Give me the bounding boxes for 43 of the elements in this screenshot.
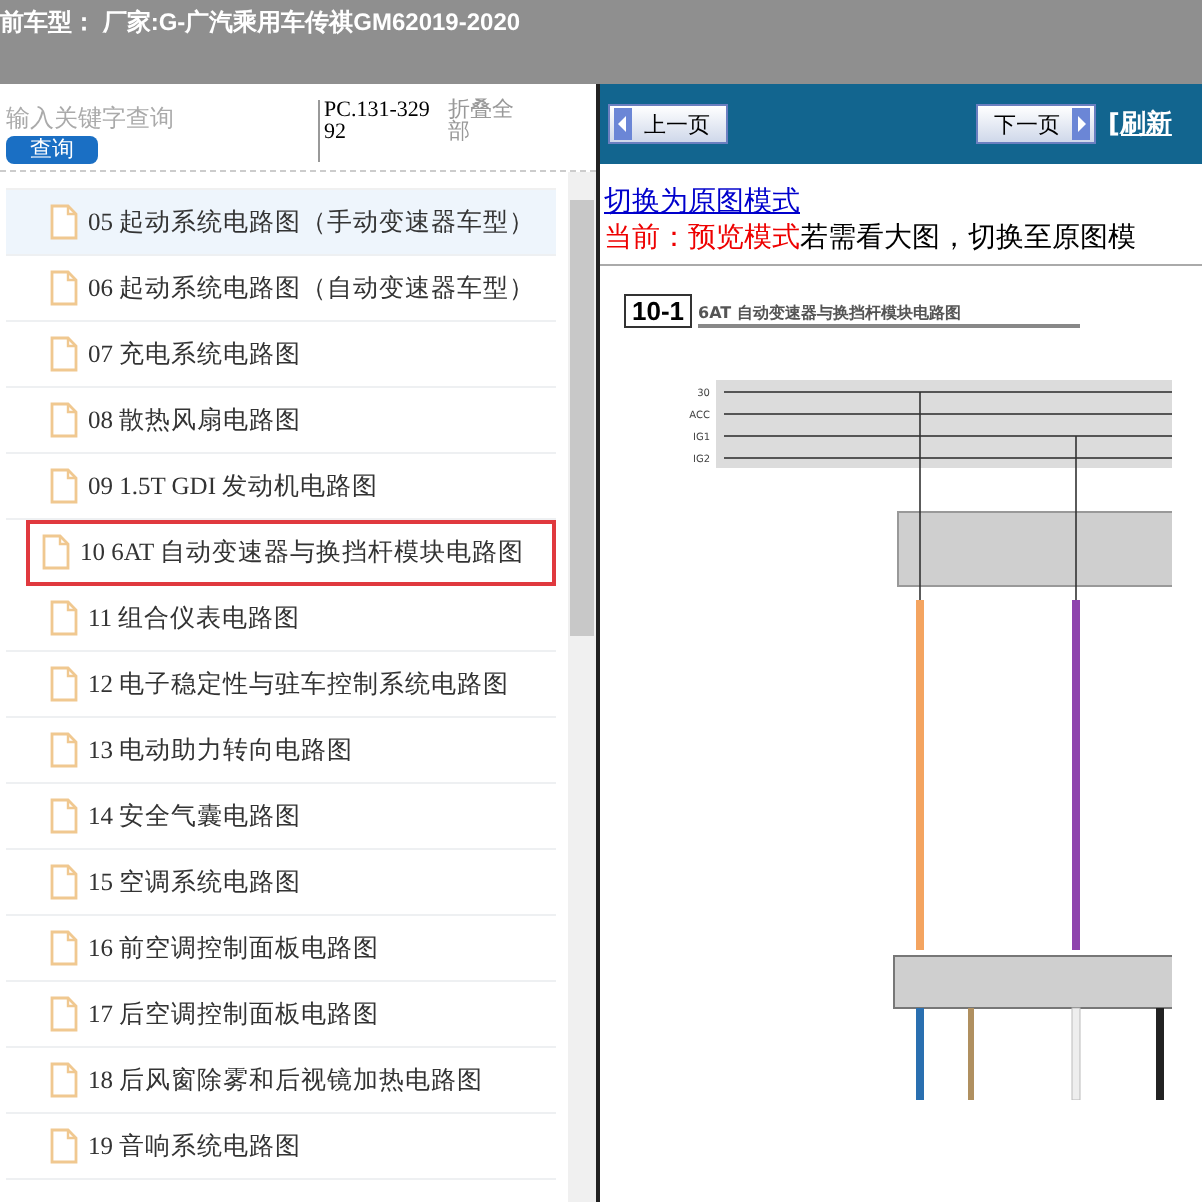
document-icon <box>50 600 78 636</box>
switch-mode-link[interactable]: 切换为原图模式 <box>604 186 800 218</box>
diagram-list-item[interactable]: 17 后空调控制面板电路图 <box>6 982 556 1048</box>
document-icon <box>50 270 78 306</box>
diagram-list-item[interactable]: 19 音响系统电路图 <box>6 1114 556 1180</box>
mode-hint-text: 若需看大图，切换至原图模 <box>800 222 1136 254</box>
scrollbar-thumb[interactable] <box>570 200 594 636</box>
diagram-list-item[interactable]: 08 散热风扇电路图 <box>6 388 556 454</box>
document-icon <box>50 732 78 768</box>
document-icon <box>50 666 78 702</box>
document-icon <box>50 798 78 834</box>
diagram-list-item[interactable]: 05 起动系统电路图（手动变速器车型） <box>6 190 556 256</box>
previous-page-button[interactable]: 上一页 <box>608 104 728 144</box>
document-icon <box>50 468 78 504</box>
next-page-button[interactable]: 下一页 <box>976 104 1096 144</box>
diagram-list-item[interactable]: 16 前空调控制面板电路图 <box>6 916 556 982</box>
diagram-list-item[interactable]: 15 空调系统电路图 <box>6 850 556 916</box>
document-icon <box>50 930 78 966</box>
diagram-list-item[interactable]: 09 1.5T GDI 发动机电路图 <box>6 454 556 520</box>
vehicle-title: 前车型： 厂家:G-广汽乘用车传祺GM62019-2020 <box>0 6 521 40</box>
diagram-list-item[interactable]: 14 安全气囊电路图 <box>6 784 556 850</box>
diagram-list-item[interactable]: 12 电子稳定性与驻车控制系统电路图 <box>6 652 556 718</box>
document-icon <box>50 996 78 1032</box>
document-icon <box>50 864 78 900</box>
document-icon <box>42 534 70 570</box>
document-icon <box>50 402 78 438</box>
document-icon <box>50 336 78 372</box>
search-button[interactable]: 查询 <box>6 136 98 164</box>
diagram-list-item[interactable]: 13 电动助力转向电路图 <box>6 718 556 784</box>
figure-title: 6AT 自动变速器与换挡杆模块电路图 <box>698 302 1081 328</box>
document-icon <box>50 1128 78 1164</box>
scrollbar[interactable] <box>568 172 596 1202</box>
document-icon <box>50 204 78 240</box>
document-icon <box>50 1062 78 1098</box>
diagram-list-item[interactable]: 10 6AT 自动变速器与换挡杆模块电路图 <box>26 520 556 586</box>
diagram-list-item[interactable]: 18 后风窗除雾和后视镜加热电路图 <box>6 1048 556 1114</box>
refresh-link[interactable]: [刷新 <box>1108 106 1172 142</box>
document-code: PC.131-32992 <box>318 100 436 162</box>
diagram-list-item[interactable]: 06 起动系统电路图（自动变速器车型） <box>6 256 556 322</box>
figure-number: 10-1 <box>624 294 693 328</box>
diagram-list-item[interactable]: 07 充电系统电路图 <box>6 322 556 388</box>
diagram-list-item[interactable]: 11 组合仪表电路图 <box>6 586 556 652</box>
current-mode-label: 当前：预览模式 <box>604 222 800 254</box>
